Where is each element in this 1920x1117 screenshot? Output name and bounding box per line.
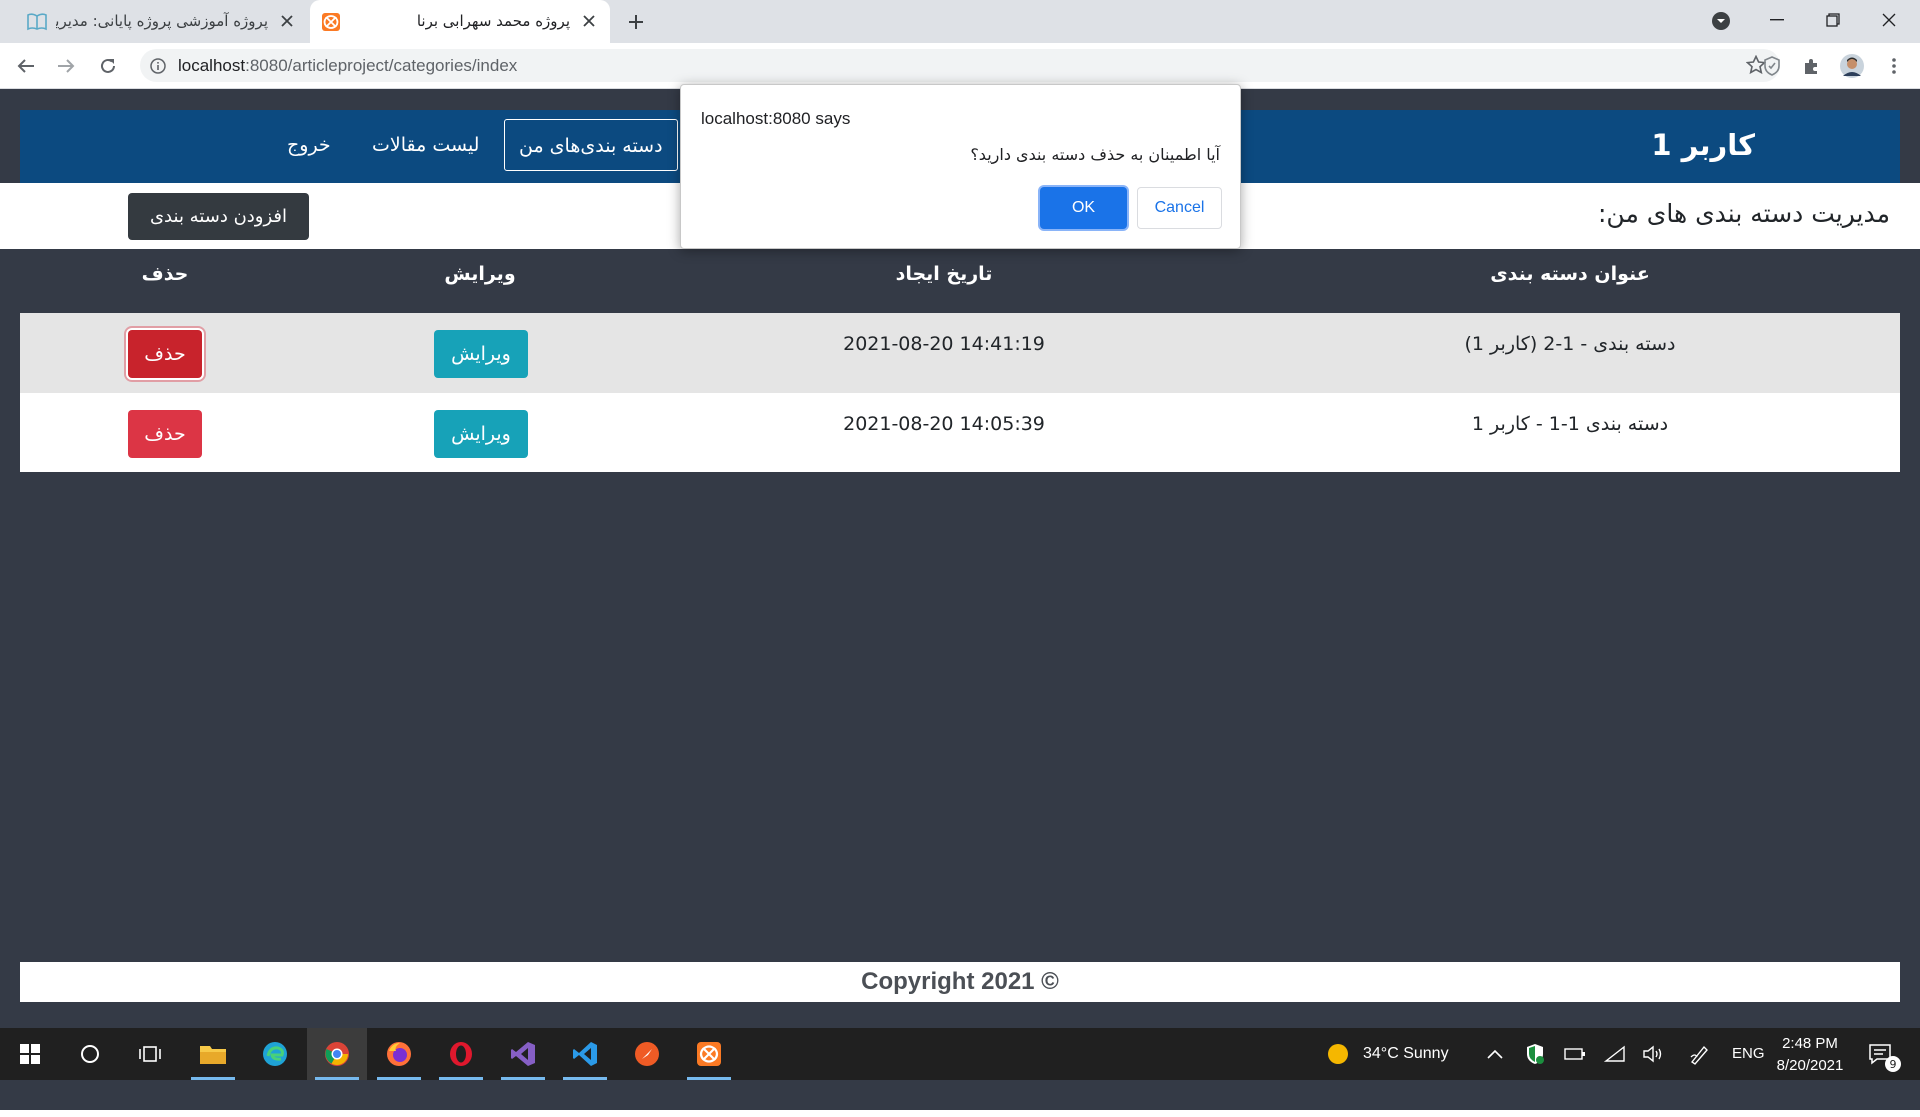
column-header-date: تاریخ ایجاد <box>895 263 993 285</box>
column-header-edit: ویرایش <box>444 263 516 285</box>
address-toolbar: localhost:8080/articleproject/categories… <box>0 43 1920 89</box>
minimize-icon[interactable] <box>1750 0 1804 40</box>
xampp-taskbar-icon[interactable] <box>679 1028 739 1080</box>
chrome-icon[interactable] <box>307 1028 367 1080</box>
dialog-title: localhost:8080 says <box>701 109 851 128</box>
search-circle-icon[interactable] <box>60 1028 120 1080</box>
opera-icon[interactable] <box>431 1028 491 1080</box>
reload-icon[interactable] <box>94 52 122 80</box>
column-header-title: عنوان دسته بندی <box>1490 263 1650 285</box>
delete-button[interactable]: حذف <box>128 330 202 378</box>
created-date-cell: 2021-08-20 14:05:39 <box>843 413 1045 435</box>
restore-icon[interactable] <box>1806 0 1860 40</box>
tab-search-dropdown-icon[interactable] <box>1710 10 1732 32</box>
site-info-icon[interactable] <box>148 56 168 76</box>
book-icon <box>26 11 48 33</box>
clock-date: 8/20/2021 <box>1776 1057 1844 1074</box>
close-tab-icon[interactable] <box>278 12 296 30</box>
url-text: localhost:8080/articleproject/categories… <box>178 56 518 75</box>
volume-icon[interactable] <box>1641 1042 1665 1066</box>
tab-title: پروژه آموزشی پروژه پایانی: مدیریت <box>56 12 268 30</box>
created-date-cell: 2021-08-20 14:41:19 <box>843 333 1045 355</box>
chevron-up-icon[interactable] <box>1483 1042 1507 1066</box>
back-arrow-icon[interactable] <box>12 52 40 80</box>
table-row: دسته بندی 1-1 - کاربر 1 2021-08-20 14:05… <box>20 393 1900 472</box>
visual-studio-icon[interactable] <box>493 1028 553 1080</box>
confirm-dialog: localhost:8080 says آیا اطمینان به حذف د… <box>680 84 1241 249</box>
weather-text[interactable]: 34°C Sunny <box>1363 1045 1449 1063</box>
navbar-brand[interactable]: کاربر 1 <box>1651 128 1755 162</box>
browser-tab-active[interactable]: پروژه محمد سهرابی برنا <box>310 0 610 43</box>
page-title: مدیریت دسته بندی های من: <box>1598 199 1890 228</box>
nav-link-logout[interactable]: خروج <box>287 134 331 156</box>
shield-extension-icon[interactable] <box>1760 54 1784 78</box>
security-shield-icon[interactable] <box>1523 1042 1547 1066</box>
tab-title: پروژه محمد سهرابی برنا <box>416 12 570 30</box>
edit-button[interactable]: ویرایش <box>434 330 528 378</box>
battery-icon[interactable] <box>1563 1042 1587 1066</box>
table-header: عنوان دسته بندی تاریخ ایجاد ویرایش حذف <box>20 249 1900 301</box>
browser-menu-kebab-icon[interactable] <box>1882 54 1906 78</box>
table-row: دسته بندی - 1-2 (کاربر 1) 2021-08-20 14:… <box>20 313 1900 393</box>
add-category-button[interactable]: افزودن دسته بندی <box>128 193 309 240</box>
category-title-cell: دسته بندی - 1-2 (کاربر 1) <box>1464 333 1676 355</box>
xampp-icon <box>320 11 342 33</box>
notification-count-badge: 9 <box>1885 1056 1901 1072</box>
clock[interactable]: 2:48 PM 8/20/2021 <box>1760 1033 1860 1077</box>
wifi-icon[interactable] <box>1603 1042 1627 1066</box>
forward-arrow-icon[interactable] <box>52 52 80 80</box>
category-title-cell: دسته بندی 1-1 - کاربر 1 <box>1471 413 1669 435</box>
vscode-icon[interactable] <box>555 1028 615 1080</box>
new-tab-plus-icon[interactable] <box>624 10 648 34</box>
windows-taskbar: 34°C Sunny ENG 2:48 PM 8/20/2021 9 <box>0 1028 1920 1080</box>
url-bar[interactable]: localhost:8080/articleproject/categories… <box>140 49 1780 82</box>
browser-tab-strip: پروژه آموزشی پروژه پایانی: مدیریت پروژه … <box>0 0 1920 43</box>
extensions-puzzle-icon[interactable] <box>1800 54 1824 78</box>
pen-ink-icon[interactable] <box>1688 1042 1712 1066</box>
ok-button[interactable]: OK <box>1040 187 1127 229</box>
nav-link-my-categories[interactable]: دسته بندی‌های من <box>504 119 678 171</box>
edit-button[interactable]: ویرایش <box>434 410 528 458</box>
windows-start-icon[interactable] <box>0 1028 60 1080</box>
firefox-icon[interactable] <box>369 1028 429 1080</box>
task-view-icon[interactable] <box>120 1028 180 1080</box>
file-explorer-icon[interactable] <box>183 1028 243 1080</box>
close-tab-icon[interactable] <box>580 12 598 30</box>
page-bottom-strip <box>0 1110 1920 1117</box>
weather-sun-icon[interactable] <box>1326 1042 1350 1066</box>
cancel-button[interactable]: Cancel <box>1137 187 1222 229</box>
browser-tab-inactive[interactable]: پروژه آموزشی پروژه پایانی: مدیریت <box>16 0 308 43</box>
close-window-icon[interactable] <box>1862 0 1916 40</box>
postman-icon[interactable] <box>617 1028 677 1080</box>
copyright-text: Copyright 2021 © <box>861 968 1059 995</box>
dialog-message: آیا اطمینان به حذف دسته بندی دارید؟ <box>970 145 1220 164</box>
delete-button[interactable]: حذف <box>128 410 202 458</box>
clock-time: 2:48 PM <box>1782 1035 1838 1052</box>
edge-icon[interactable] <box>245 1028 305 1080</box>
page-footer: Copyright 2021 © <box>20 962 1900 1002</box>
column-header-delete: حذف <box>141 263 189 285</box>
profile-avatar[interactable] <box>1840 54 1864 78</box>
nav-link-articles[interactable]: لیست مقالات <box>372 134 479 156</box>
